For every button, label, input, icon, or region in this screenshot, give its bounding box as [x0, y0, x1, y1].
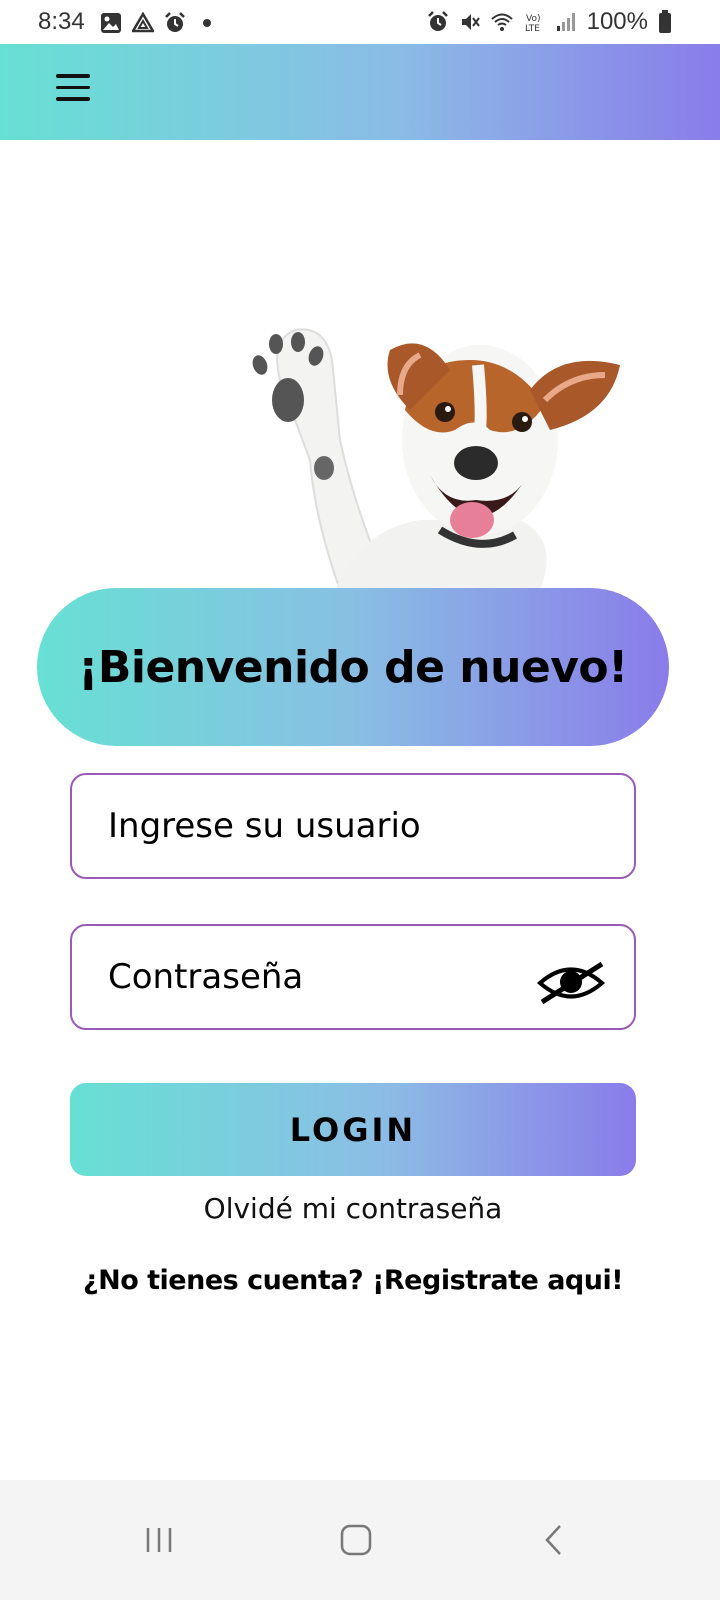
hamburger-menu-icon[interactable]: [56, 74, 92, 110]
login-button[interactable]: LOGIN: [70, 1083, 636, 1176]
home-icon[interactable]: [336, 1520, 376, 1560]
username-field[interactable]: [70, 773, 636, 879]
status-left-icons: [100, 12, 218, 34]
password-field[interactable]: [70, 924, 636, 1030]
battery-icon: [659, 10, 671, 33]
welcome-banner: ¡Bienvenido de nuevo!: [37, 588, 669, 746]
welcome-title: ¡Bienvenido de nuevo!: [78, 641, 628, 693]
drive-icon: [132, 12, 154, 33]
recents-icon[interactable]: [140, 1520, 180, 1560]
alarm-icon: [165, 12, 185, 32]
status-time: 8:34: [38, 8, 85, 35]
battery-percentage: 100%: [586, 8, 648, 35]
back-icon[interactable]: [534, 1520, 574, 1560]
system-nav-bar: [0, 1480, 720, 1600]
status-right-icons: Vo) LTE 100%: [427, 8, 672, 36]
waving-dog-illustration: [252, 328, 620, 590]
password-input[interactable]: [108, 926, 548, 1028]
app-header: [0, 44, 720, 140]
svg-text:Vo): Vo): [526, 14, 540, 24]
eye-slash-icon[interactable]: [536, 960, 606, 1006]
image-icon: [101, 13, 121, 33]
dot-icon: [203, 19, 211, 27]
register-link[interactable]: ¿No tienes cuenta? ¡Registrate aqui!: [0, 1265, 706, 1296]
username-input[interactable]: [108, 775, 548, 877]
mute-icon: [461, 14, 480, 30]
forgot-password-link[interactable]: Olvidé mi contraseña: [0, 1192, 706, 1225]
status-bar: 8:34 Vo) LTE 100%: [0, 0, 720, 44]
volte-icon: Vo)LTE: [525, 14, 540, 33]
wifi-icon: [490, 13, 513, 31]
signal-icon: [556, 13, 575, 31]
alarm-icon: [427, 11, 448, 31]
svg-text:LTE: LTE: [525, 24, 540, 33]
